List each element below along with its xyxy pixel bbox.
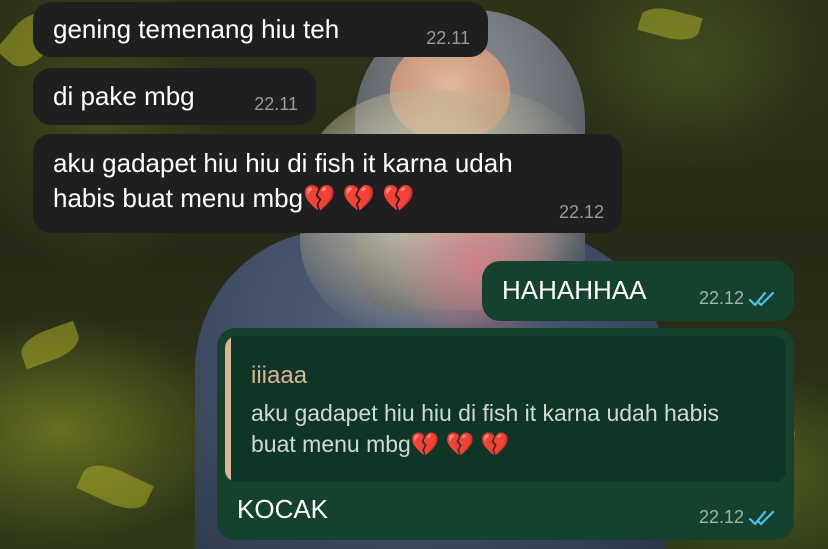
message-bubble-incoming[interactable]: gening temenang hiu teh 22.11 [33,2,488,57]
message-text: KOCAK [237,494,329,524]
double-check-icon [748,510,775,525]
double-check-icon [748,291,775,306]
quote-accent-bar [225,336,231,482]
quoted-message[interactable]: iiiaaa aku gadapet hiu hiu di fish it ka… [225,336,786,482]
message-time: 22.12 [698,507,744,527]
message-bubble-outgoing-reply[interactable]: iiiaaa aku gadapet hiu hiu di fish it ka… [217,328,794,540]
message-time: 22.11 [254,94,298,114]
message-time: 22.12 [558,202,604,222]
message-list[interactable]: gening temenang hiu teh 22.11 di pake mb… [0,0,828,549]
quoted-author: iiiaaa [251,362,308,389]
quoted-text: aku gadapet hiu hiu di fish it karna uda… [251,400,719,457]
message-text: aku gadapet hiu hiu di fish it karna uda… [53,148,513,213]
message-bubble-incoming[interactable]: di pake mbg 22.11 [33,68,316,125]
message-text: gening temenang hiu teh [53,14,340,44]
message-bubble-outgoing[interactable]: HAHAHHAA 22.12 [482,261,794,321]
message-time: 22.11 [426,28,470,48]
message-time: 22.12 [698,288,744,308]
message-bubble-incoming[interactable]: aku gadapet hiu hiu di fish it karna uda… [33,134,622,233]
